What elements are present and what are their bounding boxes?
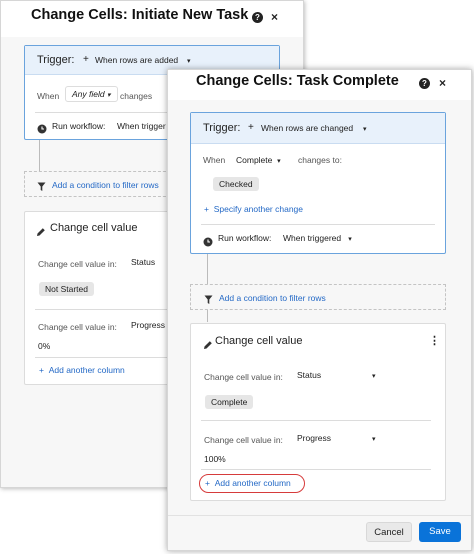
plus-icon: +	[39, 365, 44, 375]
checked-value-chip[interactable]: Checked	[213, 177, 259, 191]
add-another-column-link[interactable]: + Add another column	[39, 365, 125, 375]
save-button[interactable]: Save	[419, 522, 461, 542]
clock-icon	[37, 121, 47, 139]
window-title: Change Cells: Initiate New Task	[31, 7, 249, 23]
plus-icon: +	[204, 204, 209, 214]
chevron-down-icon: ▾	[106, 92, 111, 99]
field-select-value: Complete	[236, 155, 273, 165]
cancel-button[interactable]: Cancel	[366, 522, 412, 542]
clock-icon	[203, 234, 213, 252]
field-select[interactable]: Any field ▾	[65, 86, 118, 102]
chevron-down-icon: ▾	[372, 373, 376, 380]
run-workflow-select[interactable]: When triggered ▾	[283, 233, 352, 243]
pencil-icon	[36, 224, 46, 242]
field-select[interactable]: Complete ▾	[236, 155, 281, 165]
trigger-label: Trigger:	[37, 54, 75, 66]
run-workflow-label: Run workflow:	[52, 121, 106, 131]
more-options-icon[interactable]: ⋮	[429, 334, 440, 347]
change-cell-title: Change cell value	[50, 222, 138, 234]
connector-line	[207, 254, 208, 284]
help-icon[interactable]: ?	[419, 78, 430, 89]
window-header: Change Cells: Task Complete ? ×	[168, 70, 471, 100]
plus-icon: +	[205, 478, 210, 488]
change-cell-block: Change cell value ⋮ Change cell value in…	[190, 323, 446, 501]
value-field[interactable]: 100%	[204, 454, 226, 464]
chevron-down-icon: ▾	[277, 158, 281, 165]
window-title: Change Cells: Task Complete	[196, 73, 399, 89]
filter-icon	[204, 292, 213, 310]
when-label: When	[37, 91, 60, 101]
value-field[interactable]: 0%	[38, 341, 50, 351]
run-workflow-select[interactable]: When trigger	[117, 121, 166, 131]
condition-text: changes	[120, 91, 153, 101]
window-header: Change Cells: Initiate New Task ? ×	[1, 1, 303, 37]
chevron-down-icon: ▾	[372, 436, 376, 443]
run-workflow-value: When triggered	[283, 233, 342, 243]
add-filter-link[interactable]: Add a condition to filter rows	[219, 293, 326, 303]
column-select[interactable]: Status	[131, 257, 155, 267]
task-complete-workflow-window: Change Cells: Task Complete ? × Trigger:…	[167, 69, 472, 551]
field-select-value: Any field	[72, 89, 105, 99]
run-workflow-label: Run workflow:	[218, 233, 272, 243]
trigger-type-select[interactable]: When rows are added	[95, 55, 178, 65]
connector-line	[207, 310, 208, 322]
filter-icon	[37, 179, 46, 197]
add-column-label: Add another column	[214, 478, 291, 488]
divider	[201, 420, 431, 421]
column-select[interactable]: Status	[297, 370, 321, 380]
value-chip[interactable]: Complete	[205, 395, 254, 409]
column-select[interactable]: Progress	[131, 320, 165, 330]
chevron-down-icon: ▾	[348, 236, 352, 243]
footer-divider	[168, 515, 471, 516]
chevron-down-icon: ▾	[363, 126, 367, 133]
change-cell-label: Change cell value in:	[38, 259, 117, 269]
filter-block[interactable]: Add a condition to filter rows	[190, 284, 446, 310]
close-icon[interactable]: ×	[271, 11, 278, 23]
condition-text: changes to:	[298, 155, 342, 165]
trigger-header: Trigger: + When rows are changed ▾	[191, 113, 445, 144]
when-label: When	[203, 155, 226, 165]
column-select[interactable]: Progress	[297, 433, 331, 443]
change-cell-label: Change cell value in:	[38, 322, 117, 332]
change-cell-title: Change cell value	[215, 335, 303, 347]
add-another-column-link[interactable]: + Add another column	[205, 478, 291, 488]
divider	[201, 224, 435, 225]
chevron-down-icon: ▾	[187, 58, 191, 65]
trigger-label: Trigger:	[203, 122, 241, 134]
add-column-label: Add another column	[48, 365, 125, 375]
add-filter-link[interactable]: Add a condition to filter rows	[52, 180, 159, 190]
change-cell-label: Change cell value in:	[204, 372, 283, 382]
connector-line	[39, 140, 40, 171]
value-chip[interactable]: Not Started	[39, 282, 94, 296]
trigger-type-select[interactable]: When rows are changed	[261, 123, 353, 133]
divider	[201, 469, 431, 470]
plus-icon: +	[248, 122, 254, 133]
change-cell-label: Change cell value in:	[204, 435, 283, 445]
trigger-block[interactable]: Trigger: + When rows are changed ▾ When …	[190, 112, 446, 254]
help-icon[interactable]: ?	[252, 12, 263, 23]
plus-icon: +	[83, 54, 89, 65]
specify-another-change-link[interactable]: + Specify another change	[204, 204, 303, 214]
specify-change-label: Specify another change	[213, 204, 304, 214]
close-icon[interactable]: ×	[439, 77, 446, 89]
pencil-icon	[203, 337, 213, 355]
